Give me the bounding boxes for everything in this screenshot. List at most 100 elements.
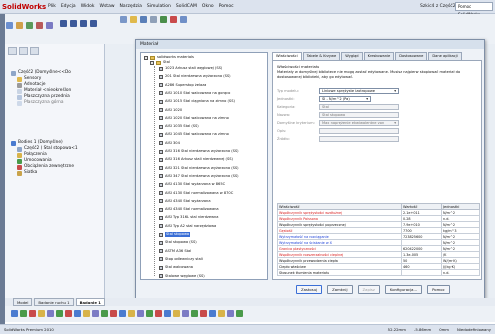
material-list-item[interactable]: Stalowe węglowe (SS) [159, 274, 205, 279]
simulation-tool-icon[interactable] [173, 310, 180, 317]
material-list-item[interactable]: AISI Typ A2 stal narzędziowa [159, 224, 216, 229]
save-button[interactable]: Zapisz [357, 285, 380, 294]
rebuild-icon[interactable] [170, 16, 177, 23]
simulation-tool-icon[interactable] [83, 310, 90, 317]
fillet-icon[interactable] [46, 22, 53, 29]
help-search-input[interactable]: Pomoc SolidWorks [455, 2, 493, 17]
material-list-item[interactable]: A286 Superstop żelaza [159, 83, 206, 88]
tab-motion-study[interactable]: Badanie ruchu 1 [34, 298, 74, 306]
tab-appearance[interactable]: Wygląd [341, 52, 363, 60]
units-select[interactable]: SI - N/m^2 (Pa) ▾ [319, 95, 371, 102]
simulation-tool-icon[interactable] [155, 310, 162, 317]
zoom-icon[interactable] [90, 20, 97, 27]
simulation-tool-icon[interactable] [191, 310, 198, 317]
tab-study[interactable]: Badanie 1 [75, 298, 105, 306]
material-list-item[interactable]: AISI 304 [159, 141, 180, 146]
simulation-tool-icon[interactable] [119, 310, 126, 317]
close-button[interactable]: Zamknij [327, 285, 353, 294]
material-list-item[interactable]: AISI 1035 Stal (SS) [159, 124, 199, 129]
name-field[interactable]: Stal stopowa [319, 111, 399, 118]
tab-tables-curves[interactable]: Tabele & Krzywe [302, 52, 341, 60]
material-list-item[interactable]: AISI 4130 Stal wyżarzona w 865C [159, 182, 225, 187]
simulation-tool-icon[interactable] [101, 310, 108, 317]
material-list-item[interactable]: AISI 1015 Stal ciągniona na zimno (SS) [159, 99, 235, 104]
simulation-tool-icon[interactable] [47, 310, 54, 317]
tree-item-mesh[interactable]: Siatka [17, 170, 37, 176]
menu-item-view[interactable]: Widok [81, 3, 95, 11]
simulation-tool-icon[interactable] [20, 310, 27, 317]
simulation-tool-icon[interactable] [137, 310, 144, 317]
material-list-item[interactable]: AISI 4130 Stal normalizowana w 870C [159, 191, 233, 196]
material-list-item[interactable]: AISI 316 Stal nierdzewna wyżarzona (SS) [159, 149, 239, 154]
menu-item-insert[interactable]: Wstaw [100, 3, 115, 11]
config-button[interactable]: Konfiguracja... [384, 285, 423, 294]
material-list-item[interactable]: AISI 1020 Stal walcowana na zimno [159, 116, 229, 121]
sketch-icon[interactable] [6, 22, 13, 29]
menu-item-help[interactable]: Pomoc [219, 3, 234, 11]
material-list-item[interactable]: 201 Stal nierdzewna wyżarzona (SS) [159, 74, 231, 79]
source-field[interactable] [319, 135, 399, 142]
print-icon[interactable] [150, 16, 157, 23]
menu-item-solidcam[interactable]: SolidCAM [176, 3, 197, 11]
tab-custom[interactable]: Dostosowane [395, 52, 428, 60]
open-icon[interactable] [130, 16, 137, 23]
material-list-item[interactable]: AISI 1010 Stal walcowana na gorąco [159, 91, 230, 96]
simulation-tool-icon[interactable] [56, 310, 63, 317]
material-list-item[interactable]: Stop odlewniczy stali [159, 257, 203, 262]
material-list-item[interactable]: AISI 4340 Stal wyżarzona [159, 199, 211, 204]
menu-item-simulation[interactable]: Simulation [147, 3, 171, 11]
material-list-item[interactable]: AISI Typ 316L stal nierdzewna [159, 215, 219, 220]
new-document-icon[interactable] [120, 16, 127, 23]
simulation-tool-icon[interactable] [128, 310, 135, 317]
cut-icon[interactable] [36, 22, 43, 29]
simulation-tool-icon[interactable] [236, 310, 243, 317]
collapse-icon[interactable] [150, 60, 154, 65]
material-list-item[interactable]: ASTM A36 Stal [159, 249, 191, 254]
material-list-item[interactable]: Stal walcowana [159, 265, 193, 270]
table-row[interactable]: Stosunek tłumienia materiału n.d. [277, 269, 480, 276]
revolve-icon[interactable] [26, 22, 33, 29]
simulation-tool-icon[interactable] [218, 310, 225, 317]
menu-item-window[interactable]: Okno [202, 3, 214, 11]
simulation-tool-icon[interactable] [11, 310, 18, 317]
default-criterion-select[interactable]: Max naprężenie ekwiwalentne von ▾ [319, 119, 399, 126]
menu-item-tools[interactable]: Narzędzia [120, 3, 142, 11]
help-button[interactable]: Pomoc [427, 285, 450, 294]
simulation-tool-icon[interactable] [38, 310, 45, 317]
tab-crosshatch[interactable]: Kreskowanie [363, 52, 395, 60]
simulation-tool-icon[interactable] [110, 310, 117, 317]
description-field[interactable] [319, 127, 399, 134]
category-field[interactable]: Stal [319, 103, 399, 110]
collapse-icon[interactable] [144, 55, 148, 60]
material-list-item[interactable]: AISI 1045 Stal walcowana na zimno [159, 132, 229, 137]
material-list-item[interactable]: 1023 Arkusz stali węglowej (SS) [159, 66, 222, 71]
simulation-tool-icon[interactable] [209, 310, 216, 317]
simulation-tool-icon[interactable] [182, 310, 189, 317]
simulation-tool-icon[interactable] [164, 310, 171, 317]
extrude-icon[interactable] [16, 22, 23, 29]
menu-item-file[interactable]: Plik [48, 3, 56, 11]
material-list-item[interactable]: AISI 1020 [159, 108, 182, 113]
menu-item-edit[interactable]: Edycja [61, 3, 76, 11]
display-style-icon[interactable] [70, 20, 77, 27]
save-icon[interactable] [140, 16, 147, 23]
material-list-item[interactable]: AISI 347 Stal nierdzewna wyżarzona (SS) [159, 174, 239, 179]
tab-properties[interactable]: Właściwości [272, 52, 302, 60]
material-list-item[interactable]: Stal stopowa (SS) [159, 240, 197, 245]
simulation-tool-icon[interactable] [200, 310, 207, 317]
tab-model[interactable]: Model [13, 298, 33, 306]
simulation-tool-icon[interactable] [227, 310, 234, 317]
material-list-item[interactable]: AISI 4340 Stal normalizowana [159, 207, 219, 212]
model-type-select[interactable]: Liniowe sprężyste izotropowe ▾ [319, 87, 399, 94]
material-list-item[interactable]: Stal stopowa [159, 232, 191, 237]
simulation-tool-icon[interactable] [92, 310, 99, 317]
section-view-icon[interactable] [80, 20, 87, 27]
tree-item-top-plane[interactable]: Płaszczyzna górna [17, 100, 63, 106]
simulation-tool-icon[interactable] [65, 310, 72, 317]
tab-application-data[interactable]: Dane aplikacji [428, 52, 462, 60]
undo-icon[interactable] [160, 16, 167, 23]
material-list-item[interactable]: AISI 316 Arkusz stali nierdzewnej (SS) [159, 157, 233, 162]
tab-feature-tree[interactable] [8, 47, 17, 55]
tab-property-manager[interactable] [19, 47, 28, 55]
tree-category-steel[interactable]: Stal [150, 60, 170, 65]
